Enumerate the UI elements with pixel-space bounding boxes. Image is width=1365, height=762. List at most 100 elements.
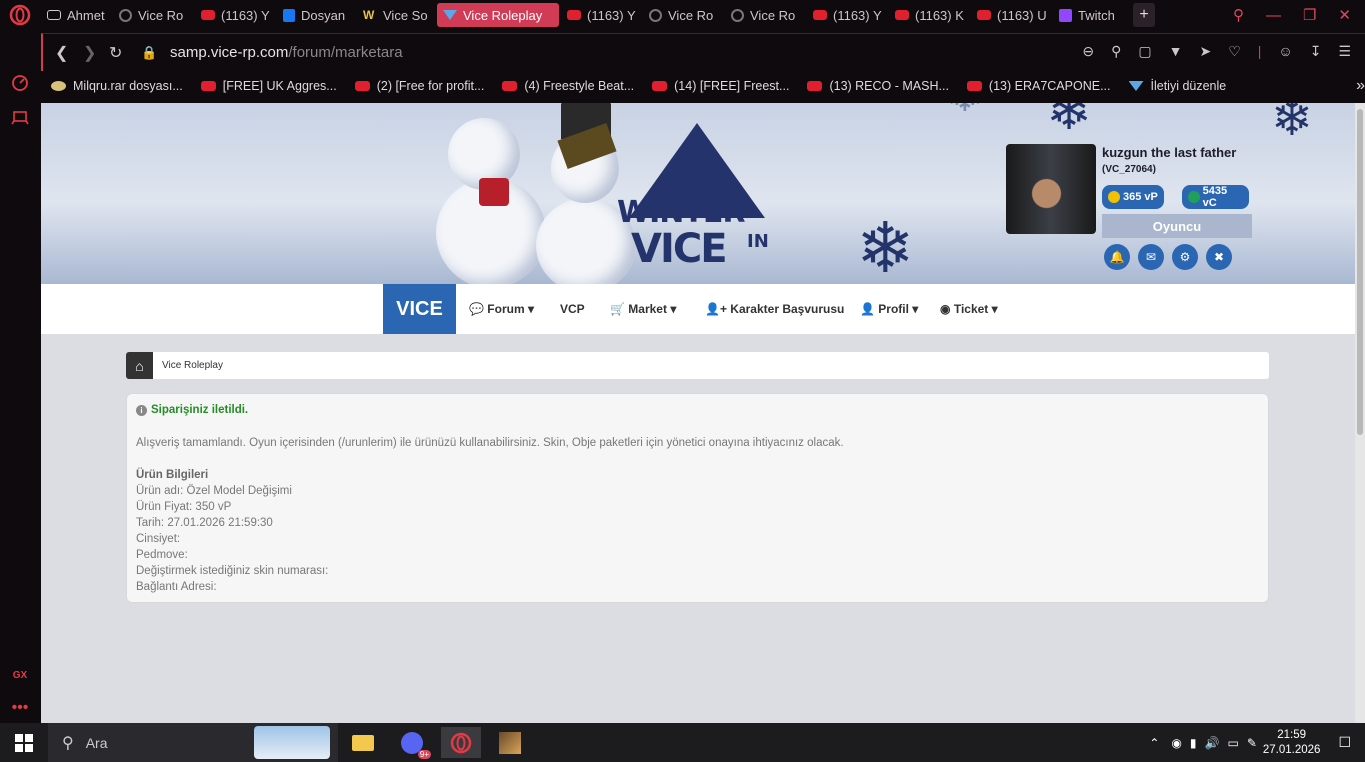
youtube-icon bbox=[977, 10, 991, 20]
tab[interactable]: W Vice So bbox=[357, 3, 435, 27]
bookmark[interactable]: (13) ERA7CAPONE... bbox=[966, 79, 1111, 93]
opera-logo-icon[interactable] bbox=[8, 3, 32, 27]
bookmark[interactable]: [FREE] UK Aggres... bbox=[200, 79, 337, 93]
tab[interactable]: (1163) Y bbox=[561, 3, 641, 27]
chevron-up-icon[interactable]: ⌃ bbox=[1149, 736, 1159, 750]
bookmark[interactable]: (14) [FREE] Freest... bbox=[652, 79, 789, 93]
back-icon[interactable]: ❮ bbox=[55, 43, 68, 63]
speedometer-icon[interactable] bbox=[8, 70, 32, 94]
tab-active[interactable]: Vice Roleplay bbox=[437, 3, 559, 27]
home-icon[interactable]: ⌂ bbox=[126, 352, 153, 379]
snowflake-icon: ❄ bbox=[856, 209, 915, 287]
volume-icon[interactable]: 🔊 bbox=[1205, 736, 1220, 750]
skin-number-field: Değiştirmek istediğiniz skin numarası: bbox=[136, 565, 329, 577]
file-icon bbox=[51, 81, 66, 91]
language-icon[interactable]: ✎ bbox=[1247, 736, 1257, 750]
vc-balance-badge: 5435 vC bbox=[1182, 185, 1249, 209]
tab[interactable]: (1163) K bbox=[889, 3, 969, 27]
opera-gx-taskbar-icon[interactable] bbox=[441, 727, 481, 758]
lock-icon: 🔒 bbox=[141, 45, 158, 60]
windows-start-icon[interactable] bbox=[4, 727, 44, 758]
notification-center-icon[interactable]: ☐ bbox=[1338, 734, 1351, 751]
vp-balance-badge: 365 vP bbox=[1102, 185, 1164, 209]
mail-icon[interactable]: ✉ bbox=[1138, 244, 1164, 270]
order-date: Tarih: 27.01.2026 21:59:30 bbox=[136, 517, 273, 529]
logout-icon[interactable]: ✖ bbox=[1206, 244, 1232, 270]
tab[interactable]: Ahmet bbox=[41, 3, 111, 27]
nav-forum[interactable]: 💬 Forum ▾ bbox=[469, 302, 534, 316]
tab[interactable]: (1163) Y bbox=[807, 3, 887, 27]
gender-field: Cinsiyet: bbox=[136, 533, 181, 545]
new-tab-button[interactable]: + bbox=[1133, 3, 1155, 27]
tab[interactable]: Twitch bbox=[1053, 3, 1131, 27]
nav-profile[interactable]: 👤 Profil ▾ bbox=[860, 302, 918, 316]
notification-bell-icon[interactable]: 🔔 bbox=[1104, 244, 1130, 270]
settings-gear-icon[interactable]: ⚙ bbox=[1172, 244, 1198, 270]
role-badge: Oyuncu bbox=[1102, 214, 1252, 238]
url-field[interactable]: samp.vice-rp.com/forum/marketara bbox=[170, 44, 403, 61]
bookmarks-more-icon[interactable]: » bbox=[1356, 77, 1365, 95]
snapshot-icon[interactable]: ▢ bbox=[1138, 43, 1151, 60]
pin-icon[interactable]: ⚲ bbox=[1111, 43, 1121, 60]
maximize-icon[interactable]: ❐ bbox=[1303, 6, 1316, 24]
tab[interactable]: (1163) U bbox=[971, 3, 1051, 27]
meet-icon[interactable]: ◉ bbox=[1171, 736, 1181, 750]
download-icon[interactable]: ↧ bbox=[1310, 43, 1322, 60]
nav-market[interactable]: 🛒 Market ▾ bbox=[610, 302, 676, 316]
pedmove-field: Pedmove: bbox=[136, 549, 188, 561]
comments-icon: 💬 bbox=[469, 302, 484, 316]
bookmark[interactable]: (4) Freestyle Beat... bbox=[502, 79, 634, 93]
youtube-icon bbox=[807, 81, 823, 91]
account-icon[interactable]: ☺ bbox=[1278, 43, 1292, 60]
info-icon: i bbox=[136, 404, 147, 416]
bookmark[interactable]: İletiyi düzenle bbox=[1128, 79, 1226, 93]
minimize-icon[interactable]: — bbox=[1266, 7, 1281, 24]
tab[interactable]: Vice Ro bbox=[113, 3, 193, 27]
bookmark[interactable]: (2) [Free for profit... bbox=[354, 79, 484, 93]
avatar[interactable] bbox=[1006, 144, 1096, 234]
loading-icon bbox=[119, 8, 132, 22]
heart-icon[interactable]: ♡ bbox=[1228, 43, 1241, 60]
nav-ticket[interactable]: ◉ Ticket ▾ bbox=[940, 302, 998, 316]
tab[interactable]: Vice Ro bbox=[725, 3, 805, 27]
send-icon[interactable]: ➤ bbox=[1199, 43, 1211, 60]
game-app-icon[interactable] bbox=[490, 727, 530, 758]
tab[interactable]: Dosyan bbox=[277, 3, 355, 27]
pocket-icon[interactable]: ▼ bbox=[1169, 43, 1183, 60]
product-price: Ürün Fiyat: 350 vP bbox=[136, 501, 232, 513]
discord-icon[interactable]: 9+ bbox=[392, 727, 432, 759]
clock[interactable]: 21:59 27.01.2026 bbox=[1263, 728, 1321, 758]
brand-link[interactable]: VICE bbox=[383, 284, 456, 334]
taskbar-search[interactable]: ⚲ Ara bbox=[48, 723, 338, 762]
twitch-icon bbox=[1059, 8, 1072, 22]
reload-icon[interactable]: ↻ bbox=[109, 43, 122, 63]
gx-control-icon[interactable] bbox=[8, 104, 32, 128]
youtube-icon bbox=[813, 10, 827, 20]
windows-taskbar: ⚲ Ara 9+ ⌃ ◉ ▮ 🔊 ▭ ✎ 21:59 27.01.2026 ☐ bbox=[0, 723, 1365, 762]
search-highlight-image bbox=[254, 726, 330, 759]
page-scrollbar[interactable] bbox=[1355, 103, 1365, 723]
site-navbar: VICE 💬 Forum ▾ VCP 🛒 Market ▾ 👤+ Karakte… bbox=[41, 284, 1355, 334]
battery-icon[interactable]: ▮ bbox=[1190, 736, 1197, 750]
loading-icon bbox=[649, 8, 662, 22]
bookmark[interactable]: Milqru.rar dosyası... bbox=[51, 79, 183, 93]
gx-icon[interactable]: GX bbox=[8, 663, 32, 687]
nav-character-application[interactable]: 👤+ Karakter Başvurusu bbox=[705, 302, 844, 316]
tab-bar: Ahmet Vice Ro (1163) Y Dosyan W Vice So V… bbox=[41, 0, 1365, 30]
network-icon[interactable]: ▭ bbox=[1227, 736, 1238, 750]
address-bar: ❮ ❯ ↻ 🔒 samp.vice-rp.com/forum/marketara… bbox=[41, 33, 1365, 71]
file-explorer-icon[interactable] bbox=[343, 727, 383, 758]
menu-icon[interactable]: ☰ bbox=[1338, 43, 1351, 60]
tab[interactable]: Vice Ro bbox=[643, 3, 723, 27]
zoom-icon[interactable]: ⊖ bbox=[1082, 43, 1094, 60]
bookmark[interactable]: (13) RECO - MASH... bbox=[807, 79, 949, 93]
web-page: ❄ ❄ ❄ ❄ WINTER VICE IN kuzgun the last f… bbox=[41, 103, 1355, 723]
close-icon[interactable]: ✕ bbox=[1338, 6, 1351, 24]
breadcrumb-item[interactable]: Vice Roleplay bbox=[162, 360, 223, 371]
tab[interactable]: (1163) Y bbox=[195, 3, 275, 27]
vice-icon bbox=[1128, 81, 1144, 91]
forward-icon[interactable]: ❯ bbox=[83, 43, 96, 63]
search-tabs-icon[interactable]: ⚲ bbox=[1233, 6, 1244, 24]
nav-vcp[interactable]: VCP bbox=[560, 302, 585, 316]
more-icon[interactable]: ••• bbox=[8, 696, 32, 720]
